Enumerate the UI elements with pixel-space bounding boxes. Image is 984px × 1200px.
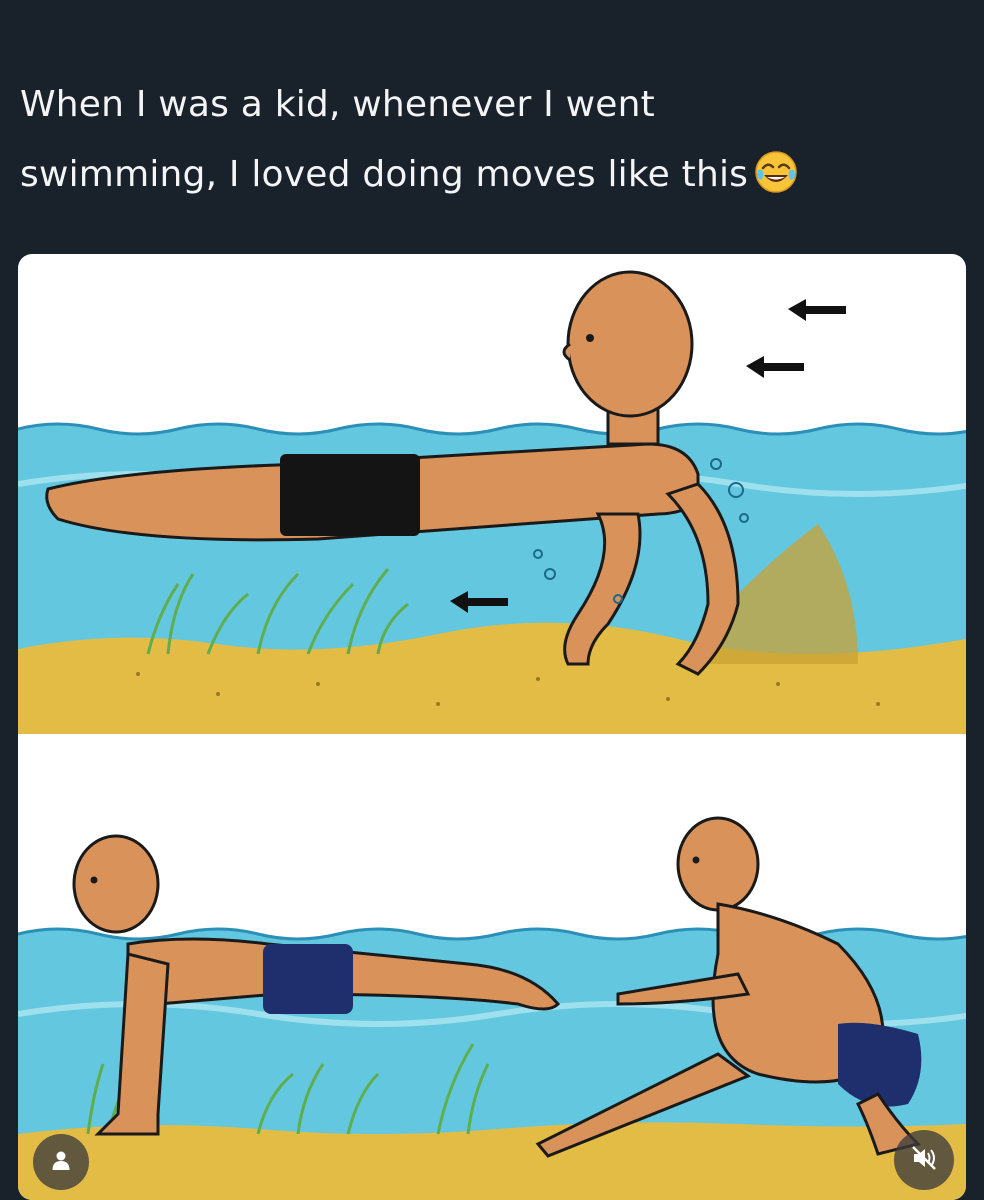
- bottom-scene: [18, 816, 966, 1200]
- head-bottom-left: [72, 834, 160, 934]
- mute-button[interactable]: [894, 1130, 954, 1190]
- person-icon: [49, 1148, 73, 1176]
- head-bottom-right: [676, 816, 760, 912]
- speaker-muted-icon: [909, 1143, 939, 1177]
- joy-emoji-icon: [754, 148, 798, 218]
- black-trunks: [280, 454, 420, 536]
- post-caption: When I was a kid, whenever I went swimmi…: [20, 70, 964, 218]
- blue-trunks-left: [263, 944, 353, 1014]
- swimming-illustration: [18, 270, 966, 1200]
- caption-line-1: When I was a kid, whenever I went: [20, 84, 655, 125]
- caption-line-2-text: swimming, I loved doing moves like this: [20, 154, 749, 195]
- top-scene: [18, 270, 966, 734]
- meme-image[interactable]: [18, 254, 966, 1200]
- head-top: [566, 270, 694, 418]
- caption-line-2: swimming, I loved doing moves like this: [20, 140, 964, 218]
- profile-button[interactable]: [33, 1134, 89, 1190]
